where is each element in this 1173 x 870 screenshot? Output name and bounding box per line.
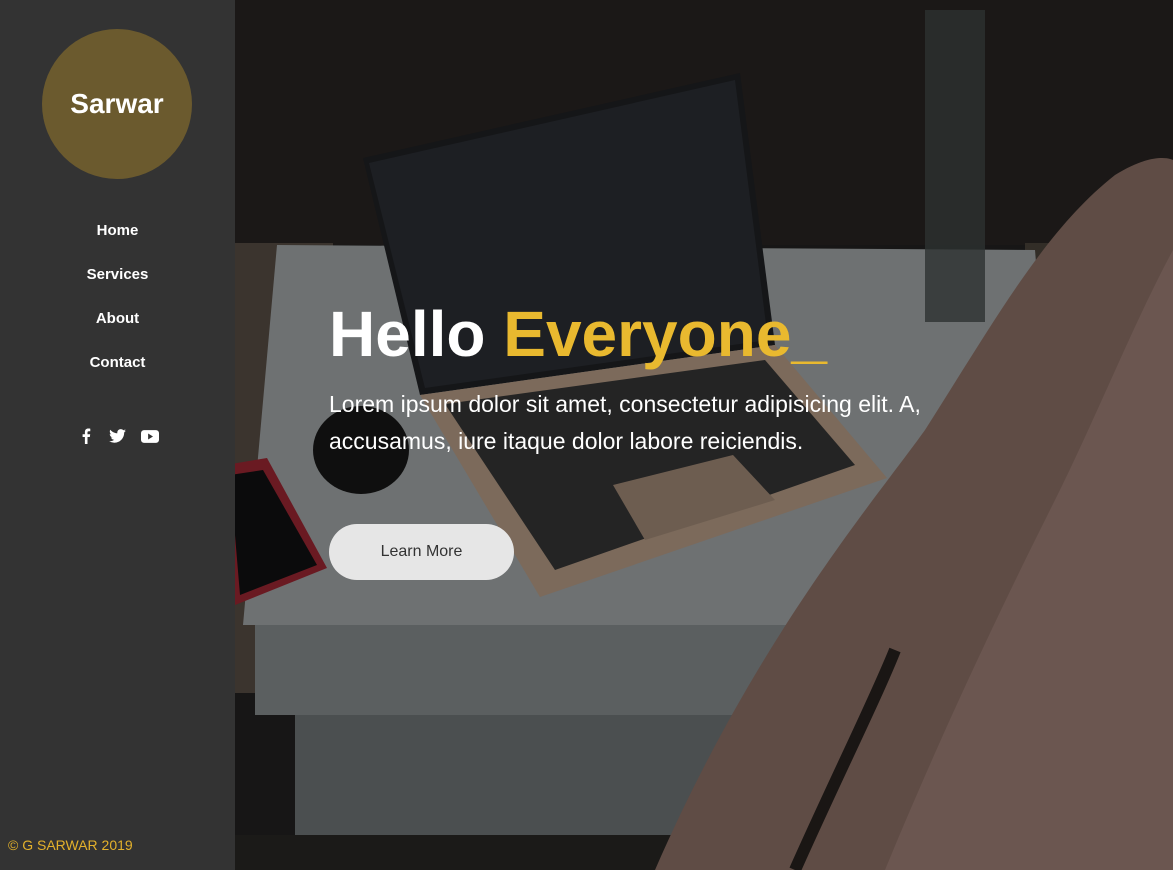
social-links [0,427,235,445]
sidebar: Sarwar Home Services About Contact © G S… [0,0,235,870]
brand-name: Sarwar [70,88,164,119]
nav-link-home[interactable]: Home [97,219,139,243]
nav-item-about: About [0,307,235,351]
copyright-text: © G SARWAR 2019 [8,837,133,853]
nav-item-contact: Contact [0,351,235,395]
learn-more-button[interactable]: Learn More [329,524,514,580]
hero-title-accent: Everyone_ [503,298,827,370]
youtube-icon[interactable] [140,427,160,445]
twitter-icon[interactable] [108,427,128,445]
hero-title-greeting: Hello [329,298,504,370]
hero-description: Lorem ipsum dolor sit amet, consectetur … [329,391,921,454]
nav-link-contact[interactable]: Contact [90,351,146,375]
nav-link-services[interactable]: Services [87,263,149,287]
hero-title: Hello Everyone_ [329,296,1029,372]
nav-item-services: Services [0,263,235,307]
hero-content: Hello Everyone_ Lorem ipsum dolor sit am… [329,296,1029,460]
main-nav: Home Services About Contact [0,219,235,395]
brand-logo[interactable]: Sarwar [42,29,192,179]
hero-section: Hello Everyone_ Lorem ipsum dolor sit am… [235,0,1173,870]
facebook-icon[interactable] [76,427,96,445]
nav-item-home: Home [0,219,235,263]
nav-link-about[interactable]: About [96,307,139,331]
